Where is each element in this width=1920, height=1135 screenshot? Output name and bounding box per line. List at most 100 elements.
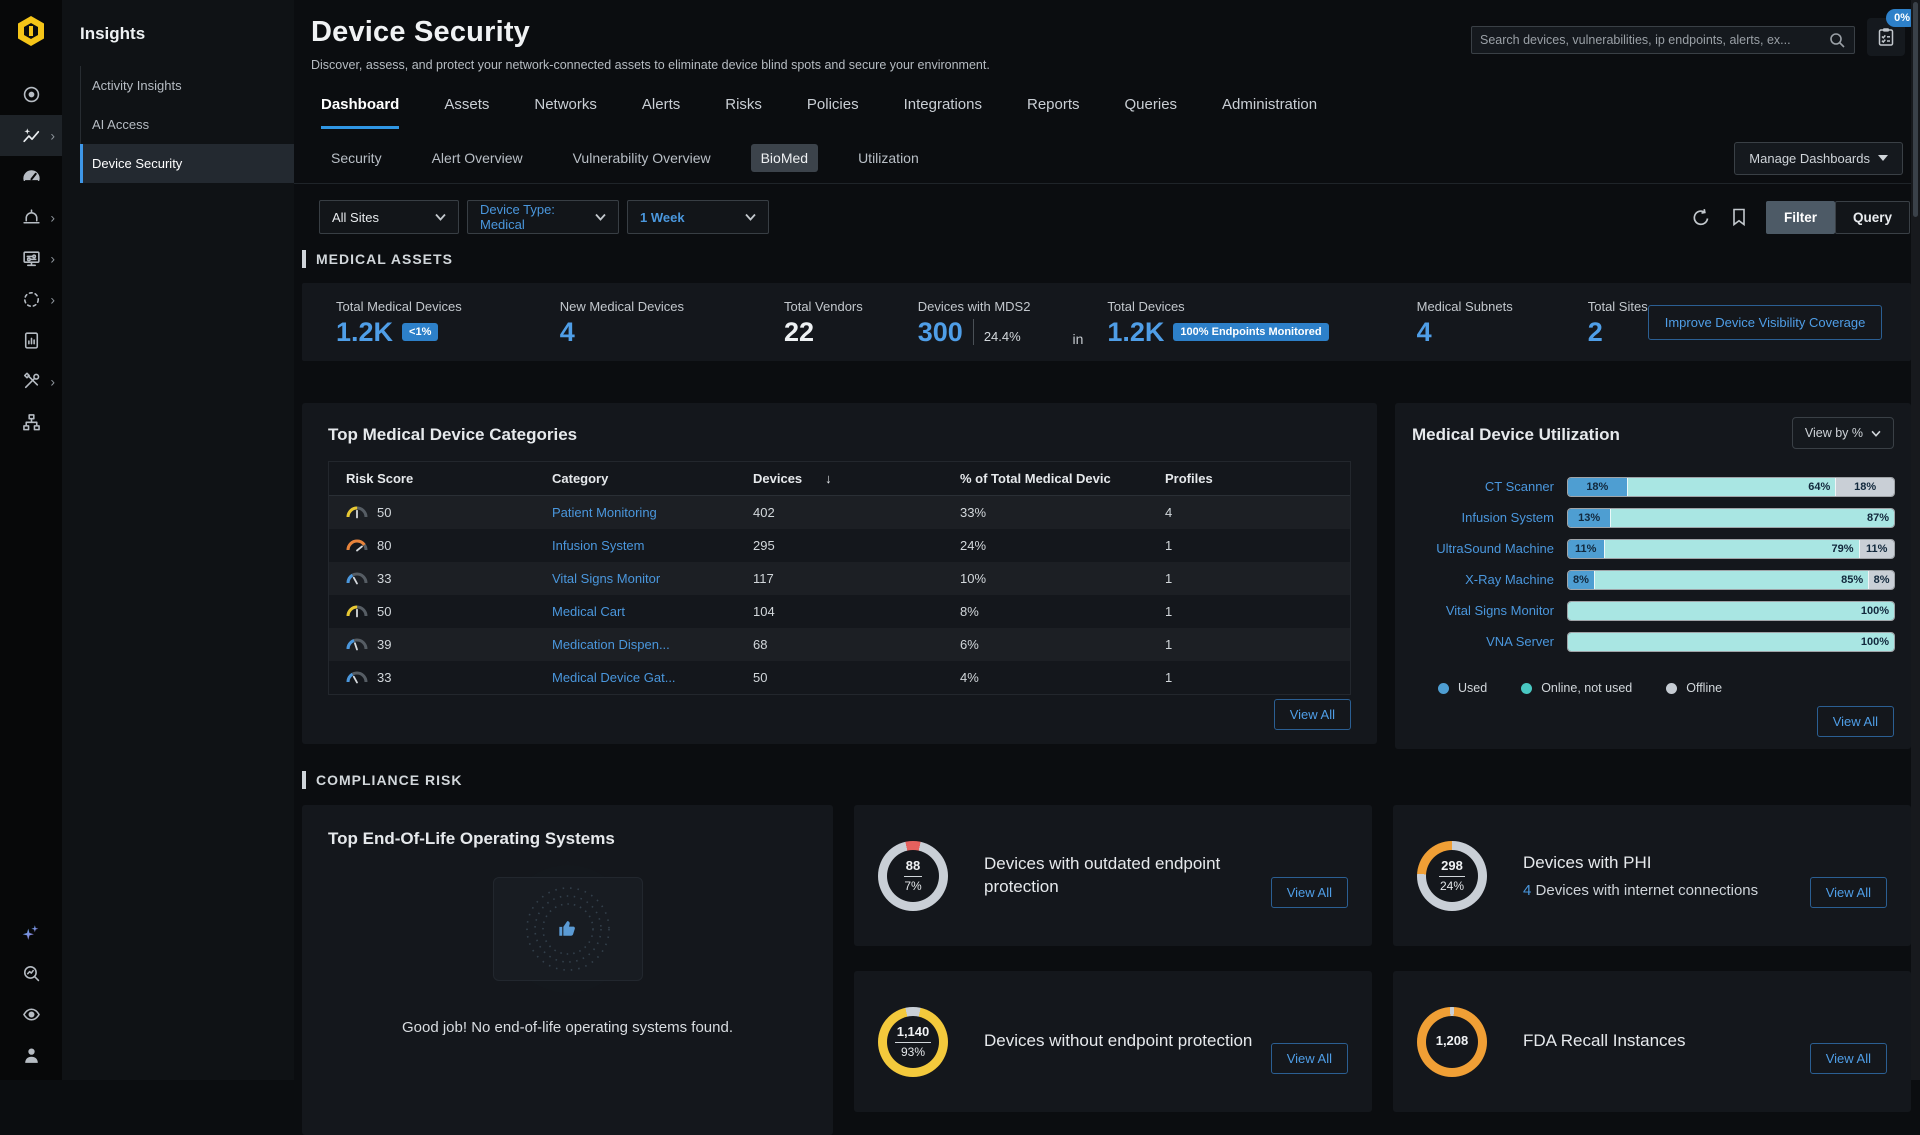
tab-integrations[interactable]: Integrations xyxy=(904,96,982,129)
column-header-profiles[interactable]: Profiles xyxy=(1148,471,1350,486)
rail-nav-reports[interactable] xyxy=(0,320,62,361)
card-view-all-button[interactable]: View All xyxy=(1271,877,1348,908)
chevron-down-icon xyxy=(1871,430,1881,437)
utilization-category-link[interactable]: UltraSound Machine xyxy=(1412,541,1554,556)
card-view-all-button[interactable]: View All xyxy=(1810,1043,1887,1074)
rail-nav-user[interactable] xyxy=(0,1035,62,1076)
tab-queries[interactable]: Queries xyxy=(1125,96,1178,129)
scrollbar-thumb[interactable] xyxy=(1913,2,1918,217)
column-header-devices[interactable]: Devices↓ xyxy=(736,471,943,486)
subtab-alert-overview[interactable]: Alert Overview xyxy=(422,144,533,172)
legend-item-online-not-used: Online, not used xyxy=(1521,681,1632,695)
search-input[interactable] xyxy=(1480,33,1828,47)
tab-dashboard[interactable]: Dashboard xyxy=(321,96,399,129)
rail-nav-insights[interactable]: › xyxy=(0,115,62,156)
clipboard-icon xyxy=(1875,26,1897,48)
rail-nav-gauge[interactable] xyxy=(0,156,62,197)
bar-segment-online-not-used: 100% xyxy=(1568,602,1894,620)
tasks-button[interactable]: 0% xyxy=(1867,18,1905,56)
page-scrollbar[interactable] xyxy=(1911,0,1920,1080)
category-link[interactable]: Vital Signs Monitor xyxy=(535,571,736,586)
metric-value: 2 xyxy=(1588,319,1603,346)
metric-value-row: 1.2K<1% xyxy=(336,319,462,346)
categories-view-all-button[interactable]: View All xyxy=(1274,699,1351,730)
main-area: Device Security Discover, assess, and pr… xyxy=(294,0,1920,1080)
column-header-category[interactable]: Category xyxy=(535,471,736,486)
tab-networks[interactable]: Networks xyxy=(534,96,597,129)
column-header-risk-score[interactable]: Risk Score xyxy=(329,471,535,486)
risk-score-value: 50 xyxy=(377,505,391,520)
rail-nav-tools[interactable]: › xyxy=(0,361,62,402)
manage-dashboards-button[interactable]: Manage Dashboards xyxy=(1734,142,1903,175)
rail-nav-visibility[interactable] xyxy=(0,994,62,1035)
bar-segment-used: 18% xyxy=(1568,478,1627,496)
tab-reports[interactable]: Reports xyxy=(1027,96,1080,129)
utilization-category-link[interactable]: Infusion System xyxy=(1412,510,1554,525)
bar-segment-online-not-used: 85% xyxy=(1594,571,1868,589)
risk-gauge-icon xyxy=(346,538,368,553)
category-link[interactable]: Patient Monitoring xyxy=(535,505,736,520)
rail-nav-console[interactable]: › xyxy=(0,238,62,279)
sidebar-item-device-security[interactable]: Device Security xyxy=(80,144,294,183)
tab-administration[interactable]: Administration xyxy=(1222,96,1317,129)
rail-nav-ai-sparkles[interactable] xyxy=(0,912,62,953)
metrics-divider-word: in xyxy=(1072,331,1083,361)
utilization-view-all-button[interactable]: View All xyxy=(1817,706,1894,737)
time-range-dropdown[interactable]: 1 Week xyxy=(627,200,769,234)
improve-device-visibility-button[interactable]: Improve Device Visibility Coverage xyxy=(1648,305,1883,340)
card-view-all-button[interactable]: View All xyxy=(1271,1043,1348,1074)
tab-risks[interactable]: Risks xyxy=(725,96,762,129)
pct-total-cell: 6% xyxy=(943,637,1148,652)
utilization-bar-row: VNA Server100% xyxy=(1412,626,1894,657)
utilization-category-link[interactable]: Vital Signs Monitor xyxy=(1412,603,1554,618)
utilization-category-link[interactable]: CT Scanner xyxy=(1412,479,1554,494)
subtab-biomed[interactable]: BioMed xyxy=(751,144,818,172)
sidebar-item-ai-access[interactable]: AI Access xyxy=(80,105,294,144)
chevron-down-icon xyxy=(745,213,756,221)
device-type-filter-dropdown[interactable]: Device Type: Medical xyxy=(467,200,619,234)
global-search[interactable] xyxy=(1471,26,1855,54)
donut-center: 29824% xyxy=(1426,850,1478,902)
subtab-security[interactable]: Security xyxy=(321,144,392,172)
tab-alerts[interactable]: Alerts xyxy=(642,96,680,129)
tab-assets[interactable]: Assets xyxy=(444,96,489,129)
category-link[interactable]: Medical Device Gat... xyxy=(535,670,736,685)
category-link[interactable]: Medical Cart xyxy=(535,604,736,619)
rail-nav-search-insights[interactable] xyxy=(0,953,62,994)
profiles-cell: 1 xyxy=(1148,670,1350,685)
refresh-button[interactable] xyxy=(1686,202,1716,232)
query-toggle-button[interactable]: Query xyxy=(1835,201,1910,234)
chevron-down-icon xyxy=(435,213,446,221)
category-link[interactable]: Medication Dispen... xyxy=(535,637,736,652)
tab-policies[interactable]: Policies xyxy=(807,96,859,129)
rail-nav-discover[interactable] xyxy=(0,74,62,115)
card-text: Devices with outdated endpoint protectio… xyxy=(984,853,1239,899)
card-view-all-button[interactable]: View All xyxy=(1810,877,1887,908)
utilization-category-link[interactable]: X-Ray Machine xyxy=(1412,572,1554,587)
rail-nav-alerts[interactable]: › xyxy=(0,197,62,238)
rail-nav-segments[interactable]: › xyxy=(0,279,62,320)
bookmark-button[interactable] xyxy=(1724,202,1754,232)
filter-toggle-button[interactable]: Filter xyxy=(1766,201,1835,234)
subtab-vulnerability-overview[interactable]: Vulnerability Overview xyxy=(563,144,721,172)
search-icon[interactable] xyxy=(1828,31,1846,49)
donut-chart: 1,14093% xyxy=(878,1007,948,1077)
view-by-dropdown[interactable]: View by % xyxy=(1792,417,1894,449)
sort-desc-icon[interactable]: ↓ xyxy=(808,471,832,486)
compliance-risk-section: COMPLIANCE RISK xyxy=(302,771,1911,789)
risk-gauge-icon xyxy=(346,571,368,586)
metric-label: Total Devices xyxy=(1107,299,1328,314)
subtab-utilization[interactable]: Utilization xyxy=(848,144,929,172)
column-header-of-total-medical-devic[interactable]: % of Total Medical Devic xyxy=(943,471,1148,486)
stacked-bar: 100% xyxy=(1568,602,1894,620)
category-link[interactable]: Infusion System xyxy=(535,538,736,553)
utilization-category-link[interactable]: VNA Server xyxy=(1412,634,1554,649)
metric-side-value: 24.4% xyxy=(984,329,1021,346)
bar-segment-used: 8% xyxy=(1568,571,1594,589)
risk-score-value: 33 xyxy=(377,571,391,586)
sidebar-item-activity-insights[interactable]: Activity Insights xyxy=(80,66,294,105)
rail-nav-network[interactable] xyxy=(0,402,62,443)
site-filter-dropdown[interactable]: All Sites xyxy=(319,200,459,234)
pct-total-cell: 24% xyxy=(943,538,1148,553)
risk-gauge-icon xyxy=(346,604,368,619)
